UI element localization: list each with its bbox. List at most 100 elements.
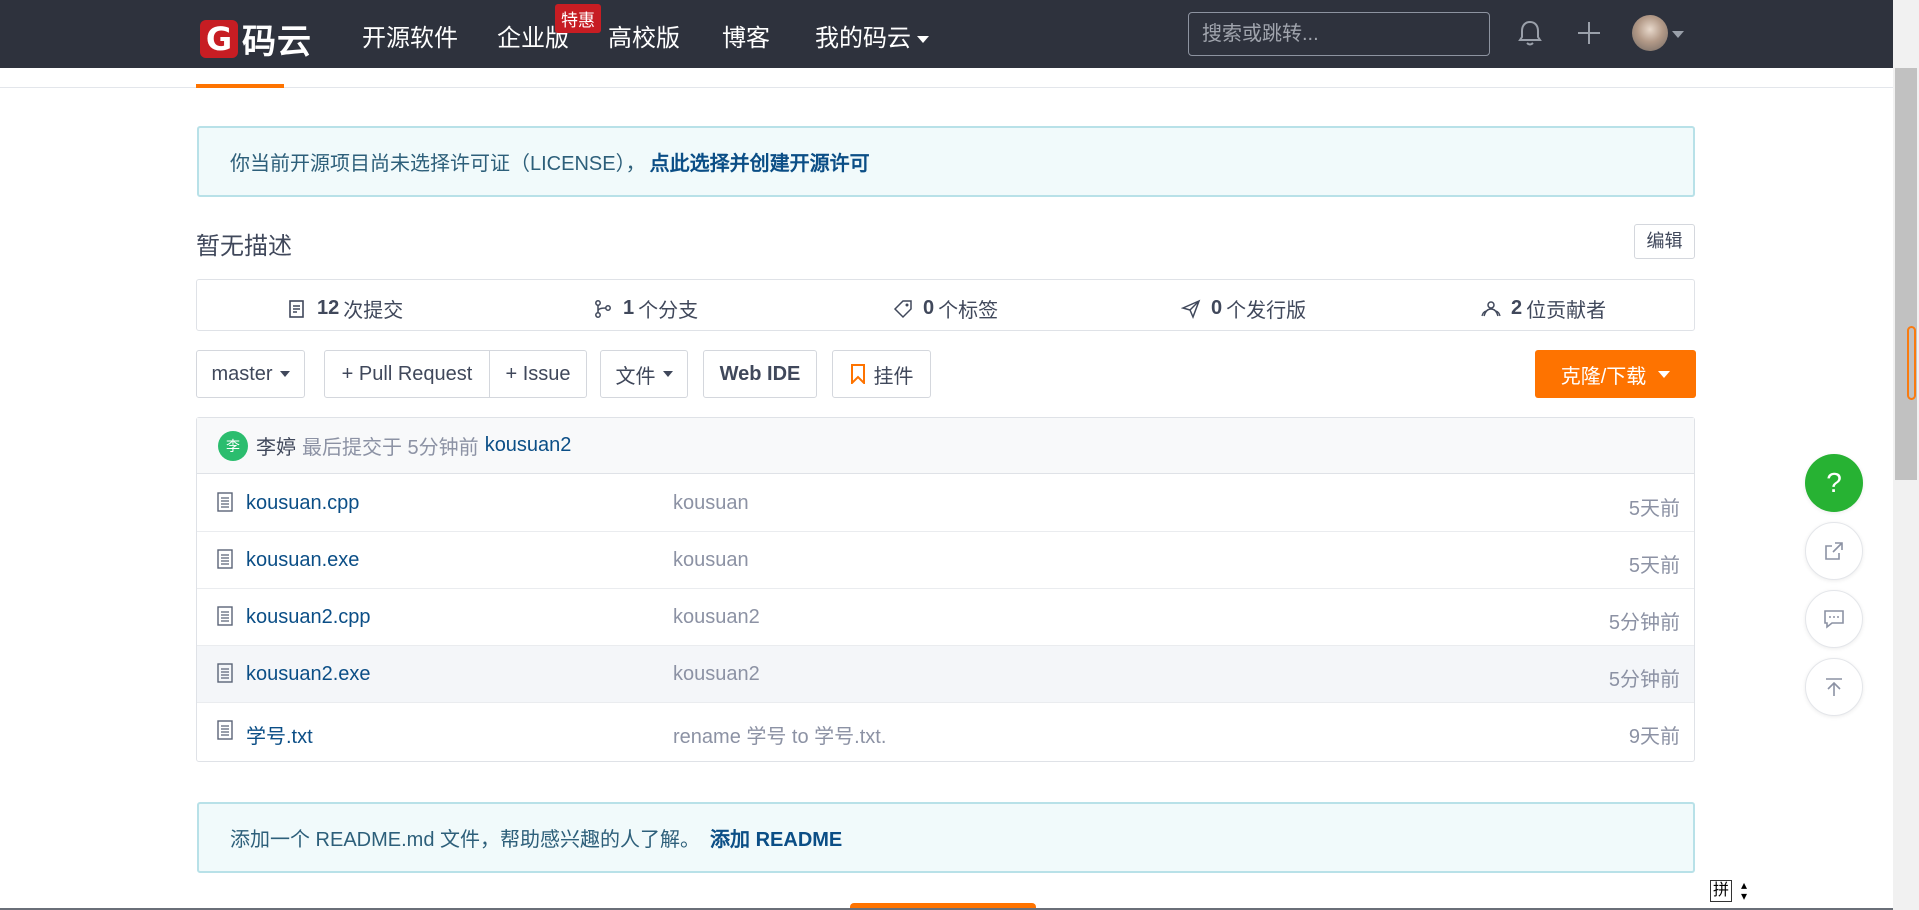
file-name[interactable]: kousuan2.cpp: [246, 606, 371, 629]
issue-button[interactable]: + Issue: [489, 350, 587, 398]
nav-my-gitee[interactable]: 我的码云: [815, 18, 929, 53]
file-menu-label: 文件: [615, 365, 656, 388]
nav-open-source[interactable]: 开源软件: [362, 18, 458, 53]
license-alert-text: 你当前开源项目尚未选择许可证（LICENSE），: [230, 153, 646, 175]
table-row[interactable]: kousuan2.exe kousuan2 5分钟前: [197, 646, 1694, 703]
contributors-icon: [1481, 300, 1501, 316]
chevron-down-icon: [917, 36, 929, 44]
edit-description-button[interactable]: 编辑: [1634, 224, 1695, 259]
comment-button[interactable]: [1805, 590, 1863, 648]
file-commit-message[interactable]: kousuan2: [673, 606, 760, 629]
comment-icon: [1824, 610, 1844, 629]
tag-icon: [893, 299, 912, 318]
stat-commits-label: 次提交: [343, 300, 404, 322]
commit-time: 最后提交于 5分钟前: [302, 437, 479, 459]
release-icon: [1181, 299, 1201, 319]
user-avatar[interactable]: [1632, 15, 1668, 51]
gitee-logo[interactable]: G 码云: [200, 14, 312, 63]
plus-icon[interactable]: [1572, 16, 1606, 50]
file-icon: [217, 606, 233, 626]
file-list: 李 李婷 最后提交于 5分钟前 kousuan2 kousuan.cpp kou…: [196, 417, 1695, 762]
chevron-down-icon: [1658, 370, 1671, 378]
nav-university[interactable]: 高校版: [608, 18, 680, 53]
repo-description: 暂无描述: [196, 233, 292, 260]
repo-stats-bar: 12 次提交 1 个分支 0 个标签 0 个发行版 2 位贡献者: [196, 279, 1695, 331]
create-license-link[interactable]: 点此选择并创建开源许可: [650, 147, 870, 176]
branch-icon: [595, 299, 611, 318]
file-commit-time: 5分钟前: [1608, 612, 1680, 634]
scroll-grip-indicator: [1907, 326, 1916, 400]
arrow-up-icon: [1826, 678, 1842, 696]
file-commit-message[interactable]: kousuan2: [673, 663, 760, 686]
widget-button-label: 挂件: [873, 365, 914, 388]
file-name[interactable]: kousuan.exe: [246, 549, 359, 572]
stat-contributors-label: 位贡献者: [1526, 300, 1607, 322]
promo-badge: 特惠: [555, 4, 601, 33]
help-button[interactable]: ?: [1805, 454, 1863, 512]
license-alert: 你当前开源项目尚未选择许可证（LICENSE）， 点此选择并创建开源许可: [197, 126, 1695, 197]
file-commit-time: 5分钟前: [1608, 669, 1680, 691]
bookmark-icon: [850, 364, 865, 384]
active-tab-indicator: [196, 84, 284, 88]
stat-branches-count: 1: [623, 297, 635, 319]
scrollbar-thumb[interactable]: [1895, 68, 1917, 480]
file-commit-message[interactable]: kousuan: [673, 549, 749, 572]
logo-text: 码云: [242, 23, 312, 61]
branch-select[interactable]: master: [196, 350, 305, 398]
stat-commits-count: 12: [317, 297, 340, 319]
branch-select-label: master: [211, 362, 273, 385]
clone-download-button[interactable]: 克隆/下载: [1535, 350, 1696, 398]
share-button[interactable]: [1805, 522, 1863, 580]
logo-mark: G: [200, 19, 238, 58]
readme-alert: 添加一个 README.md 文件，帮助感兴趣的人了解。 添加 README: [197, 802, 1695, 873]
avatar[interactable]: 李: [218, 430, 248, 461]
share-icon: [1825, 542, 1843, 560]
clone-download-label: 克隆/下载: [1560, 365, 1647, 388]
web-ide-button[interactable]: Web IDE: [703, 350, 817, 398]
file-name[interactable]: 学号.txt: [246, 720, 313, 749]
chevron-down-icon[interactable]: [1672, 31, 1684, 38]
table-row[interactable]: kousuan2.cpp kousuan2 5分钟前: [197, 589, 1694, 646]
table-row[interactable]: kousuan.cpp kousuan 5天前: [197, 475, 1694, 532]
stat-contributors[interactable]: 2 位贡献者: [1481, 294, 1606, 323]
stat-tags-count: 0: [923, 297, 935, 319]
widget-button[interactable]: 挂件: [832, 350, 931, 398]
table-row[interactable]: 学号.txt rename 学号 to 学号.txt. 9天前: [197, 703, 1694, 760]
ime-indicator[interactable]: 拼: [1710, 880, 1732, 902]
readme-alert-text: 添加一个 README.md 文件，帮助感兴趣的人了解。: [230, 829, 701, 851]
file-commit-message[interactable]: kousuan: [673, 492, 749, 515]
file-menu-button[interactable]: 文件: [600, 350, 688, 398]
commit-icon: [289, 299, 304, 318]
search-input[interactable]: [1188, 12, 1490, 56]
file-commit-time: 9天前: [1628, 726, 1680, 748]
ime-toggle-icon[interactable]: ▴ ▾: [1741, 879, 1747, 902]
chevron-down-icon: [662, 371, 673, 377]
file-icon: [217, 549, 233, 569]
add-readme-link[interactable]: 添加 README: [710, 823, 842, 852]
chevron-down-icon: [279, 371, 290, 377]
bell-icon[interactable]: [1513, 16, 1547, 50]
stat-releases[interactable]: 0 个发行版: [1181, 294, 1306, 323]
file-name[interactable]: kousuan.cpp: [246, 492, 359, 515]
stat-tags-label: 个标签: [938, 300, 999, 322]
file-commit-time: 5天前: [1628, 555, 1680, 577]
file-icon: [217, 663, 233, 683]
file-name[interactable]: kousuan2.exe: [246, 663, 371, 686]
file-commit-message[interactable]: rename 学号 to 学号.txt.: [673, 720, 886, 749]
nav-my-gitee-label: 我的码云: [815, 25, 911, 52]
top-navbar: G 码云 开源软件 企业版 特惠 高校版 博客 我的码云: [0, 0, 1893, 68]
commit-message-link[interactable]: kousuan2: [485, 434, 572, 457]
back-to-top-button[interactable]: [1805, 658, 1863, 716]
file-commit-time: 5天前: [1628, 498, 1680, 520]
stat-releases-label: 个发行版: [1226, 300, 1307, 322]
stat-tags[interactable]: 0 个标签: [893, 294, 998, 323]
pull-request-button[interactable]: + Pull Request: [324, 350, 490, 398]
stat-contributors-count: 2: [1511, 297, 1523, 319]
nav-blog[interactable]: 博客: [722, 18, 770, 53]
file-icon: [217, 492, 233, 512]
stat-commits[interactable]: 12 次提交: [287, 294, 403, 323]
commit-author[interactable]: 李婷: [256, 431, 296, 460]
table-row[interactable]: kousuan.exe kousuan 5天前: [197, 532, 1694, 589]
stat-branches-label: 个分支: [638, 300, 699, 322]
stat-branches[interactable]: 1 个分支: [593, 294, 698, 323]
